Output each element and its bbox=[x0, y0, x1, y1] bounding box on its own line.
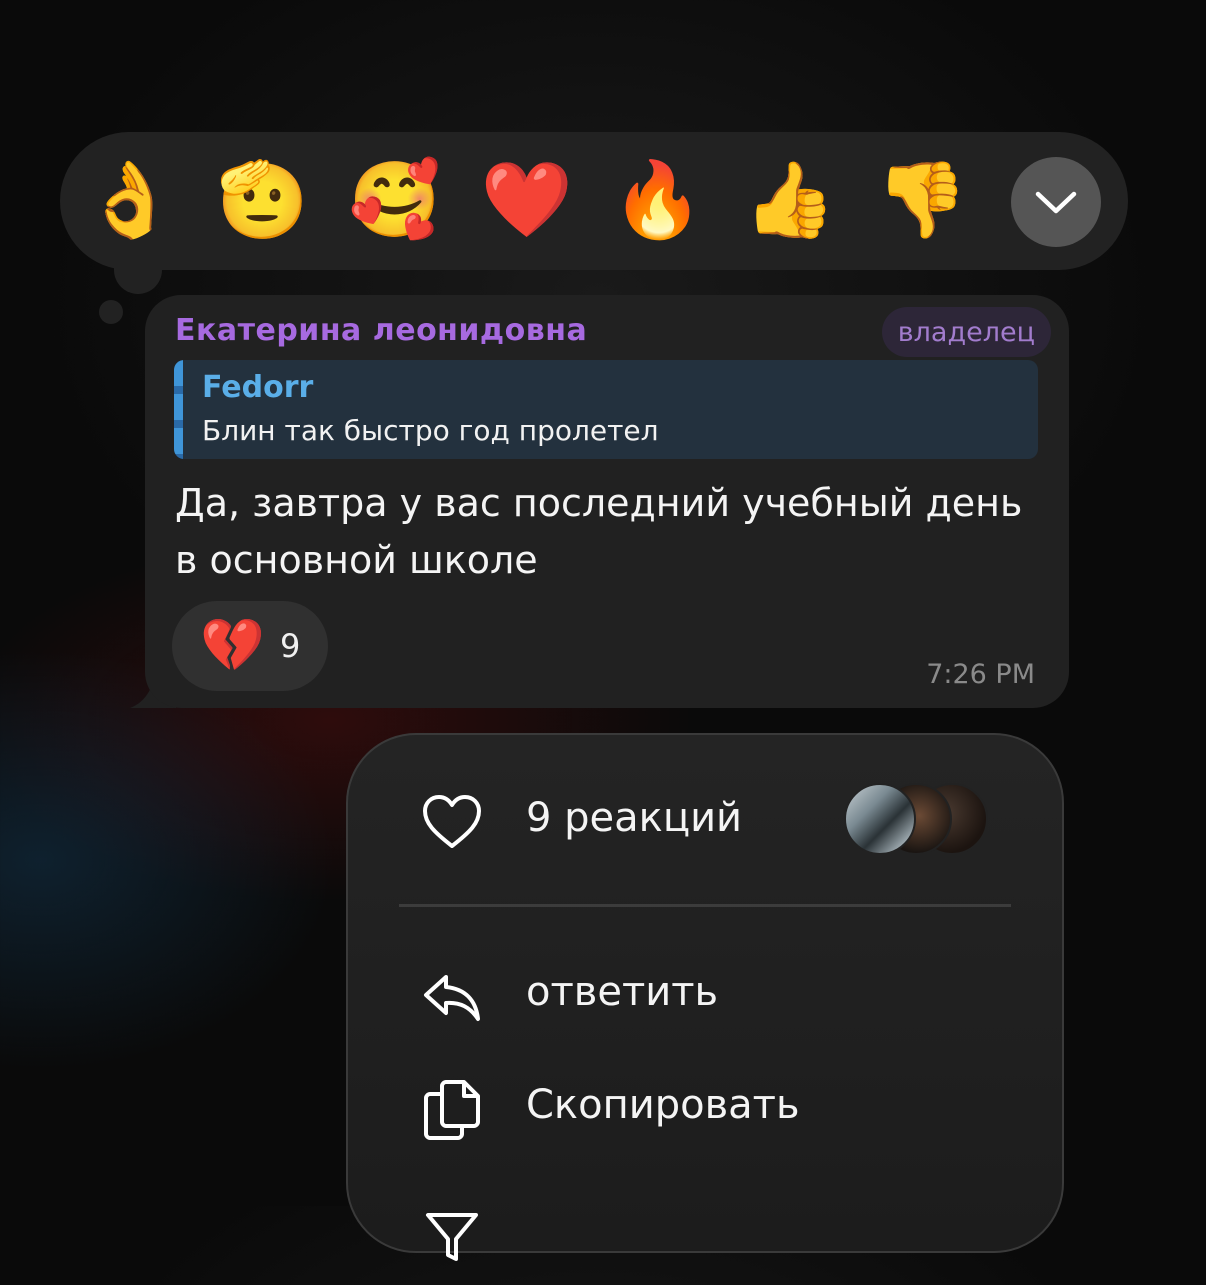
reaction-fire[interactable]: 🔥 bbox=[608, 150, 708, 250]
reactions-summary-label: 9 реакций bbox=[526, 795, 743, 841]
reaction-ok-hand[interactable]: 👌 bbox=[80, 150, 180, 250]
menu-item-partial[interactable] bbox=[348, 1185, 1062, 1285]
reaction-smiling-face-with-hearts[interactable]: 🥰 bbox=[345, 150, 445, 250]
message-reaction-chip[interactable]: 💔 9 bbox=[172, 601, 328, 691]
context-menu: 9 реакций ответить Скопировать bbox=[346, 733, 1064, 1261]
chevron-down-icon bbox=[1035, 191, 1077, 214]
reply-text: Блин так быстро год пролетел bbox=[202, 414, 659, 447]
reply-accent-bar bbox=[174, 360, 183, 459]
expand-reactions-button[interactable] bbox=[1011, 157, 1101, 247]
heart-outline-icon bbox=[423, 795, 481, 848]
reaction-thumbs-up[interactable]: 👍 bbox=[740, 150, 840, 250]
message-time: 7:26 PM bbox=[926, 659, 1035, 690]
owner-badge: владелец bbox=[881, 307, 1051, 357]
reaction-count: 9 bbox=[280, 627, 301, 665]
reply-author: Fedorr bbox=[202, 370, 314, 405]
reply-icon bbox=[424, 975, 480, 1021]
reaction-saluting-face[interactable]: 🫡 bbox=[213, 150, 313, 250]
broken-heart-icon: 💔 bbox=[200, 616, 265, 676]
message-bubble[interactable]: Екатерина леонидовна владелец Fedorr Бли… bbox=[145, 295, 1069, 708]
reaction-picker-tail bbox=[114, 256, 162, 294]
sender-name[interactable]: Екатерина леонидовна bbox=[175, 313, 587, 348]
reply-menu-label: ответить bbox=[526, 969, 719, 1015]
copy-icon bbox=[424, 1080, 480, 1140]
reaction-thumbs-down[interactable]: 👎 bbox=[872, 150, 972, 250]
reaction-picker-tail-dot bbox=[99, 300, 123, 324]
avatar[interactable] bbox=[844, 783, 916, 855]
divider bbox=[399, 904, 1011, 907]
funnel-icon bbox=[426, 1213, 478, 1261]
copy-menu-item[interactable]: Скопировать bbox=[348, 1058, 1062, 1158]
reaction-red-heart[interactable]: ❤️ bbox=[477, 150, 577, 250]
reactions-summary-item[interactable]: 9 реакций bbox=[348, 771, 1062, 871]
reply-quote[interactable]: Fedorr Блин так быстро год пролетел bbox=[174, 360, 1038, 459]
message-text: Да, завтра у вас последний учебный день … bbox=[175, 481, 1023, 582]
reply-menu-item[interactable]: ответить bbox=[348, 945, 1062, 1045]
copy-menu-label: Скопировать bbox=[526, 1082, 800, 1128]
